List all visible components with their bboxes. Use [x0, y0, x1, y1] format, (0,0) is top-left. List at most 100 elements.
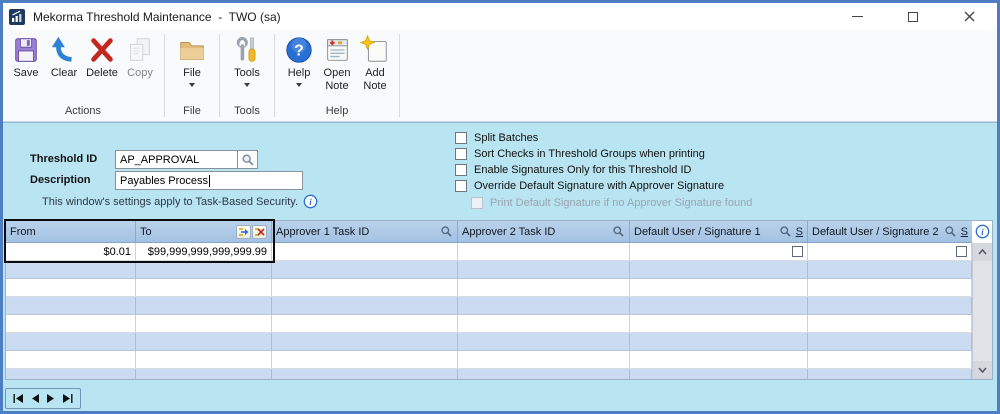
grid-rows: $0.01 $99,999,999,999,999.99	[6, 243, 972, 379]
info-icon[interactable]: i	[303, 194, 318, 209]
open-note-button[interactable]: Open Note	[318, 32, 356, 93]
lookup-magnifier-icon[interactable]	[944, 225, 957, 238]
app-icon	[9, 8, 25, 25]
column-label: From	[10, 225, 36, 238]
folder-icon	[180, 42, 204, 60]
info-icon: i	[975, 224, 990, 239]
checkbox-icon	[471, 197, 483, 209]
checkbox-sort-checks[interactable]: Sort Checks in Threshold Groups when pri…	[455, 148, 705, 160]
first-record-button[interactable]	[13, 394, 24, 403]
last-record-button[interactable]	[62, 394, 73, 403]
table-row[interactable]	[6, 261, 972, 279]
open-note-icon	[327, 39, 348, 61]
table-row[interactable]	[6, 369, 972, 379]
previous-record-button[interactable]	[31, 394, 40, 403]
grid-header: From To Approver 1 Task ID Approver 2 Ta…	[6, 221, 972, 243]
cell-from[interactable]: $0.01	[6, 243, 136, 260]
minimize-icon	[851, 16, 863, 17]
clear-label: Clear	[50, 67, 78, 79]
ribbon-group-actions: Save Clear Delete Copy Actions	[7, 32, 159, 121]
lookup-magnifier-icon	[241, 153, 254, 166]
ribbon-separator	[274, 34, 275, 117]
description-label: Description	[30, 174, 91, 186]
delete-row-button[interactable]	[252, 224, 267, 239]
window-title: Mekorma Threshold Maintenance - TWO (sa)	[33, 9, 281, 24]
scroll-down-button[interactable]	[973, 361, 992, 379]
checkbox-override-signature[interactable]: Override Default Signature with Approver…	[455, 180, 724, 192]
ribbon-separator	[164, 34, 165, 117]
checkbox-icon	[455, 180, 467, 192]
grid-info-button[interactable]: i	[975, 224, 990, 244]
signature1-checkbox[interactable]	[792, 246, 803, 257]
security-note: This window's settings apply to Task-Bas…	[42, 194, 318, 209]
table-row[interactable]	[6, 297, 972, 315]
threshold-id-value: AP_APPROVAL	[120, 153, 200, 166]
lookup-magnifier-icon[interactable]	[440, 225, 453, 238]
close-button[interactable]	[941, 3, 997, 30]
copy-button[interactable]: Copy	[121, 32, 159, 80]
scroll-up-button[interactable]	[973, 243, 992, 261]
table-row[interactable]	[6, 279, 972, 297]
checkbox-label: Enable Signatures Only for this Threshol…	[474, 164, 692, 176]
cell-approver2[interactable]	[458, 243, 630, 260]
help-icon: ?	[286, 37, 312, 63]
ribbon-separator	[399, 34, 400, 117]
table-row[interactable]	[6, 333, 972, 351]
dropdown-arrow-icon	[189, 83, 195, 87]
table-row[interactable]	[6, 315, 972, 333]
text-caret	[209, 174, 211, 187]
save-icon	[15, 38, 37, 62]
checkbox-split-batches[interactable]: Split Batches	[455, 132, 538, 144]
column-header-to[interactable]: To	[136, 221, 272, 242]
description-value: Payables Process	[120, 174, 209, 187]
lookup-magnifier-icon[interactable]	[612, 225, 625, 238]
column-header-from[interactable]: From	[6, 221, 136, 242]
add-note-button[interactable]: Add Note	[356, 32, 394, 93]
delete-button[interactable]: Delete	[83, 32, 121, 80]
cell-to[interactable]: $99,999,999,999,999.99	[136, 243, 272, 260]
tools-menu-button[interactable]: Tools	[225, 32, 269, 87]
checkbox-icon	[455, 132, 467, 144]
next-record-button[interactable]	[46, 394, 55, 403]
cell-default-sig1[interactable]	[630, 243, 808, 260]
minimize-button[interactable]	[829, 3, 885, 30]
threshold-id-label: Threshold ID	[30, 153, 98, 165]
column-header-approver1[interactable]: Approver 1 Task ID	[272, 221, 458, 242]
ribbon-separator	[219, 34, 220, 117]
column-label: Default User / Signature 2	[812, 225, 939, 238]
signature2-s-link[interactable]: S	[961, 226, 968, 238]
save-button[interactable]: Save	[7, 32, 45, 80]
checkbox-enable-signatures[interactable]: Enable Signatures Only for this Threshol…	[455, 164, 691, 176]
help-menu-button[interactable]: ? Help	[280, 32, 318, 87]
ribbon-group-tools-label: Tools	[234, 105, 260, 117]
signature1-s-link[interactable]: S	[796, 226, 803, 238]
column-label: Approver 2 Task ID	[462, 225, 556, 238]
copy-label: Copy	[127, 67, 153, 79]
column-header-approver2[interactable]: Approver 2 Task ID	[458, 221, 630, 242]
file-menu-button[interactable]: File	[170, 32, 214, 87]
chevron-up-icon	[978, 249, 987, 255]
checkbox-label: Print Default Signature if no Approver S…	[490, 197, 753, 209]
cell-default-sig2[interactable]	[808, 243, 972, 260]
dropdown-arrow-icon	[296, 83, 302, 87]
checkbox-print-default-signature: Print Default Signature if no Approver S…	[471, 197, 752, 209]
threshold-id-lookup-button[interactable]	[237, 150, 258, 169]
maximize-button[interactable]	[885, 3, 941, 30]
description-field[interactable]: Payables Process	[115, 171, 303, 190]
table-row[interactable]	[6, 351, 972, 369]
delete-icon	[91, 38, 113, 62]
clear-button[interactable]: Clear	[45, 32, 83, 80]
table-row-1[interactable]: $0.01 $99,999,999,999,999.99	[6, 243, 972, 261]
column-header-default-sig1[interactable]: Default User / Signature 1 S	[630, 221, 808, 242]
cell-approver1[interactable]	[272, 243, 458, 260]
close-icon	[964, 11, 974, 22]
grid-scrollbar[interactable]	[972, 243, 992, 379]
column-header-default-sig2[interactable]: Default User / Signature 2 S	[808, 221, 972, 242]
insert-row-button[interactable]	[236, 224, 251, 239]
file-menu-label: File	[183, 67, 201, 79]
lookup-magnifier-icon[interactable]	[779, 225, 792, 238]
threshold-id-field[interactable]: AP_APPROVAL	[115, 150, 238, 169]
signature2-checkbox[interactable]	[956, 246, 967, 257]
delete-row-icon	[255, 227, 265, 236]
ribbon-group-actions-label: Actions	[64, 105, 102, 117]
